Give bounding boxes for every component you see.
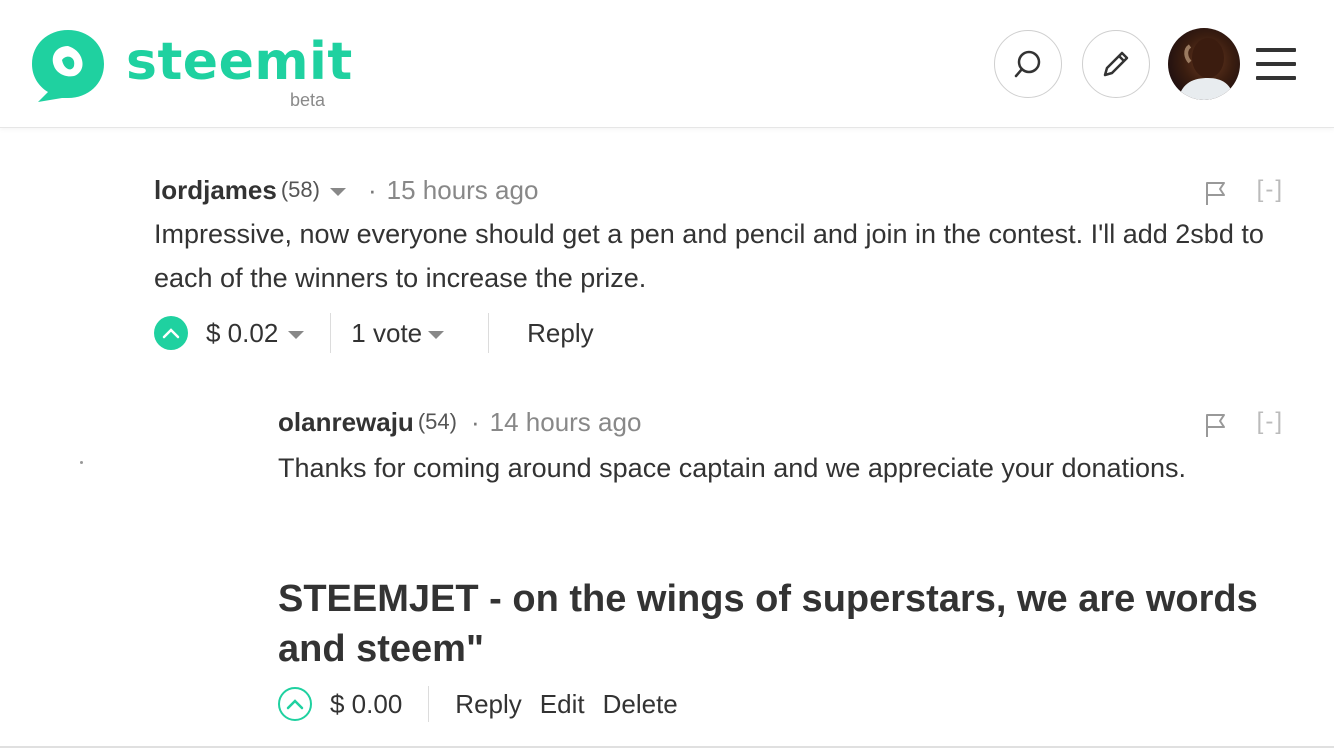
post-title[interactable]: STEEMJET - on the wings of superstars, w… — [278, 574, 1318, 674]
author-reputation: (58) — [280, 177, 320, 202]
author-dropdown-icon[interactable] — [329, 188, 346, 196]
chevron-up-icon — [162, 328, 180, 339]
comment-author-link[interactable]: lordjames — [154, 170, 277, 210]
flag-icon[interactable] — [1204, 180, 1228, 206]
meta-separator: · — [470, 407, 480, 437]
pencil-icon — [1103, 51, 1129, 77]
edit-link[interactable]: Edit — [540, 689, 585, 720]
payout-dropdown-icon[interactable] — [288, 331, 305, 339]
search-icon — [1014, 50, 1041, 78]
logo-text[interactable]: steemit — [126, 32, 353, 92]
comment: lordjames (58) · 15 hours ago [-] Impres… — [154, 170, 1284, 300]
upvote-button[interactable] — [154, 316, 188, 350]
hamburger-icon-line — [1256, 62, 1296, 66]
author-reputation: (54) — [417, 409, 457, 434]
chevron-up-icon — [286, 699, 304, 710]
steemit-logo-icon[interactable] — [28, 26, 108, 106]
logo-beta: beta — [290, 90, 326, 110]
comment-actions: $ 0.02 1 vote Reply — [154, 310, 654, 356]
reply-link[interactable]: Reply — [455, 689, 521, 720]
hamburger-icon-line — [1256, 48, 1296, 52]
top-header: steemit beta — [0, 0, 1334, 128]
comment-meta: olanrewaju (54) · 14 hours ago — [278, 402, 1284, 442]
payout-value[interactable]: $ 0.00 — [330, 689, 402, 720]
delete-link[interactable]: Delete — [603, 689, 678, 720]
comment-timestamp[interactable]: 15 hours ago — [387, 170, 539, 210]
payout-value[interactable]: $ 0.02 — [206, 318, 278, 349]
votes-dropdown-icon[interactable] — [428, 331, 445, 339]
divider — [0, 746, 1334, 748]
collapse-toggle[interactable]: [-] — [1257, 402, 1284, 442]
divider — [330, 313, 332, 353]
comment-body: Thanks for coming around space captain a… — [278, 453, 1187, 483]
search-button[interactable] — [994, 30, 1062, 98]
comment-body: Impressive, now everyone should get a pe… — [154, 219, 1264, 293]
comment-reply: olanrewaju (54) · 14 hours ago [-] Thank… — [278, 402, 1284, 490]
divider — [488, 313, 490, 353]
comment-meta: lordjames (58) · 15 hours ago — [154, 170, 1284, 210]
flag-icon[interactable] — [1204, 412, 1228, 438]
reply-link[interactable]: Reply — [527, 318, 593, 349]
new-post-button[interactable] — [1082, 30, 1150, 98]
post-actions: $ 0.00 Reply Edit Delete — [278, 682, 778, 726]
avatar-image — [1178, 38, 1234, 100]
divider — [428, 686, 430, 722]
vote-count[interactable]: 1 vote — [351, 318, 422, 349]
upvote-button[interactable] — [278, 687, 312, 721]
comment-author-link[interactable]: olanrewaju — [278, 402, 414, 442]
user-avatar[interactable] — [1168, 28, 1240, 100]
meta-separator: · — [367, 175, 377, 205]
decorative-dot — [80, 461, 83, 464]
collapse-toggle[interactable]: [-] — [1257, 170, 1284, 210]
hamburger-icon-line — [1256, 76, 1296, 80]
menu-button[interactable] — [1256, 46, 1298, 82]
comment-timestamp[interactable]: 14 hours ago — [490, 402, 642, 442]
